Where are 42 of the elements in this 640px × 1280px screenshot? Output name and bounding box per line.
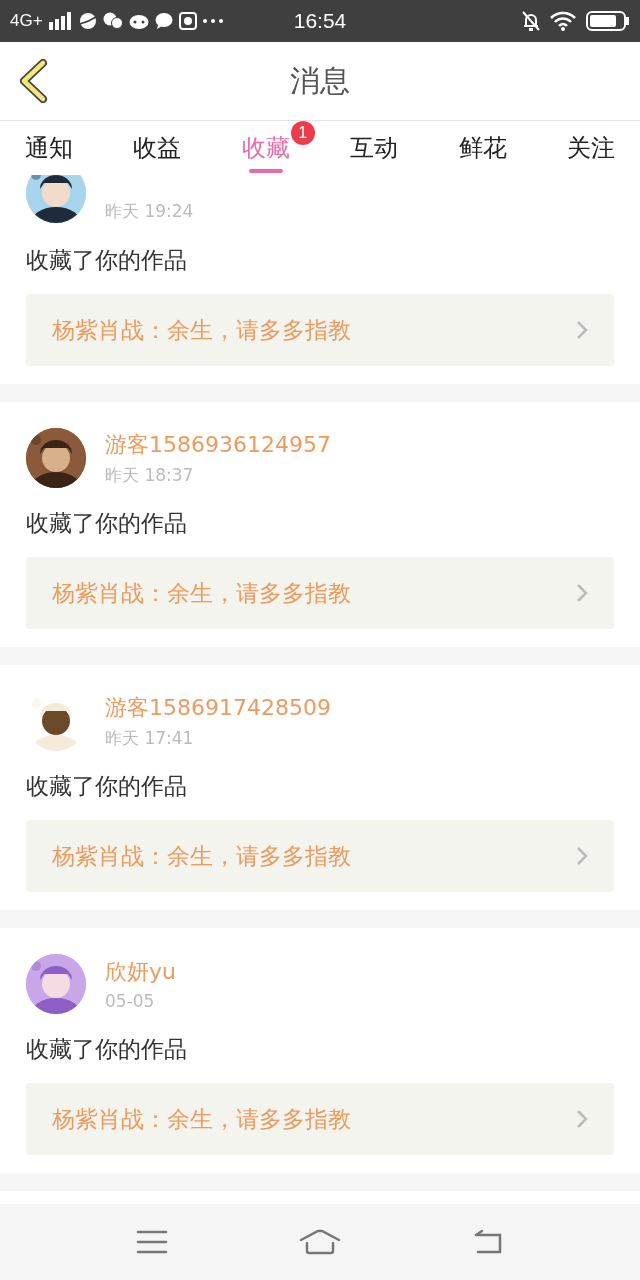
message-time: 昨天 18:37: [105, 463, 195, 487]
tab[interactable]: 收藏 1: [216, 121, 315, 175]
message-text: 收藏了你的作品: [26, 246, 188, 275]
wifi-icon: [550, 11, 576, 31]
user-name[interactable]: 欣妍yu: [105, 957, 176, 987]
back-button[interactable]: [18, 59, 48, 103]
chevron-right-icon: [576, 1109, 588, 1129]
cat-face-icon: [128, 13, 149, 29]
work-link[interactable]: 杨紫肖战：余生，请多多指教: [26, 294, 614, 366]
signal-icon: [48, 12, 73, 30]
chevron-right-icon: [576, 583, 588, 603]
chevron-right-icon: [576, 320, 588, 340]
user-name[interactable]: 游客1586936124957: [105, 429, 331, 460]
tab[interactable]: 鲜花: [433, 121, 532, 175]
chat-bubbles-icon: [102, 12, 123, 30]
work-link[interactable]: 杨紫肖战：余生，请多多指教: [26, 820, 614, 892]
home-icon: [299, 1229, 341, 1255]
menu-icon: [135, 1230, 168, 1254]
message-time: 昨天 17:41: [105, 726, 195, 750]
tab[interactable]: 关注: [541, 121, 640, 175]
tab[interactable]: 通知: [0, 121, 98, 175]
camera-app-icon: [178, 12, 197, 30]
bell-muted-icon: [522, 11, 540, 31]
chevron-right-icon: [576, 846, 588, 866]
tab[interactable]: 互动: [325, 121, 424, 175]
planet-icon: [78, 12, 97, 30]
work-link[interactable]: 杨紫肖战：余生，请多多指教: [26, 1083, 614, 1155]
clock-time: 16:54: [293, 9, 347, 33]
network-type: 4G+: [10, 11, 43, 31]
page-title: 消息: [290, 61, 350, 100]
count-badge: 1: [290, 121, 315, 145]
user-name[interactable]: 游客1586917428509: [105, 692, 331, 723]
message-text: 收藏了你的作品: [26, 509, 188, 538]
speech-bubble-icon: [154, 12, 173, 30]
more-icon: [202, 19, 223, 23]
message-text: 收藏了你的作品: [26, 1035, 188, 1064]
battery-icon: [586, 11, 630, 31]
message-text: 收藏了你的作品: [26, 772, 188, 801]
tab[interactable]: 收益: [108, 121, 207, 175]
message-time: 05-05: [105, 991, 156, 1011]
message-time: 昨天 19:24: [105, 200, 194, 223]
work-link[interactable]: 杨紫肖战：余生，请多多指教: [26, 557, 614, 629]
